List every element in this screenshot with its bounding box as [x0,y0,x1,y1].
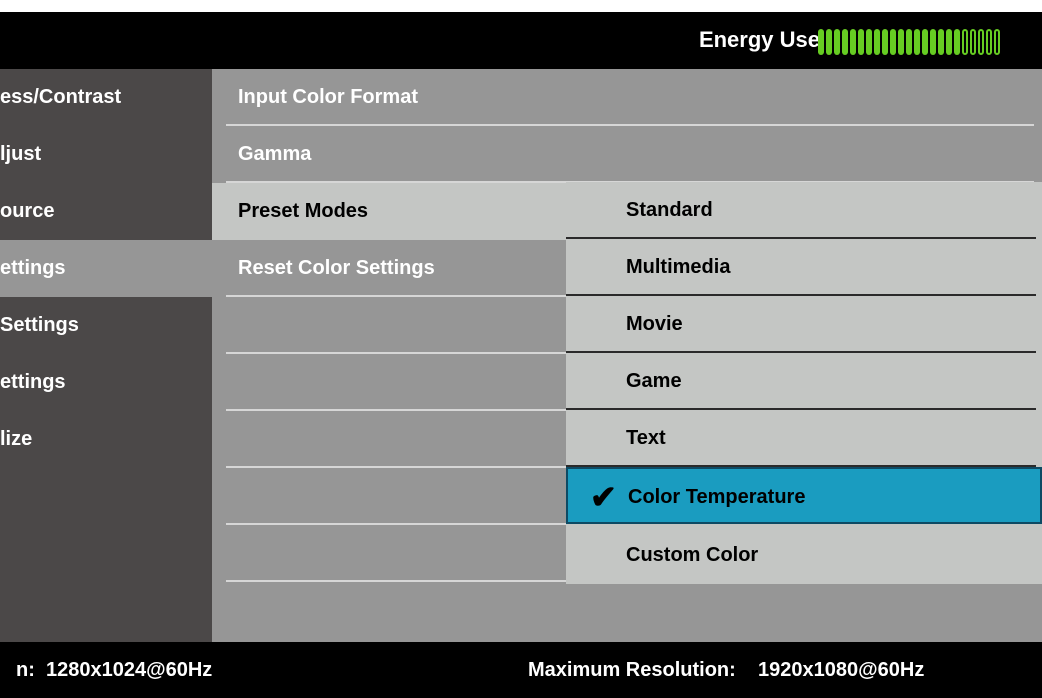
nav-brightness-contrast[interactable]: ess/Contrast [0,69,212,126]
checkmark-icon: ✔ [590,479,617,515]
menu-empty-row [226,468,568,525]
energy-meter-segment [826,29,832,55]
energy-meter-segment [874,29,880,55]
energy-meter-segment [818,29,824,55]
preset-custom-color[interactable]: Custom Color [566,527,1036,584]
preset-movie[interactable]: Movie [566,296,1036,353]
menu-empty-row [226,297,568,354]
menu-empty-row [226,354,568,411]
energy-meter-segment [842,29,848,55]
menu-empty-row [226,411,568,468]
nav-input-source[interactable]: ource [0,183,212,240]
energy-meter-segment [970,29,976,55]
preset-standard[interactable]: Standard [566,182,1036,239]
energy-meter-segment [978,29,984,55]
nav-display-settings[interactable]: Settings [0,297,212,354]
maximum-resolution: Maximum Resolution: 1920x1080@60Hz [528,659,925,681]
preset-game[interactable]: Game [566,353,1036,410]
top-bar: Energy Use [0,12,1042,69]
energy-meter-segment [850,29,856,55]
menu-empty-row [226,525,568,582]
energy-use-label: Energy Use [698,27,820,52]
menu-gamma[interactable]: Gamma [226,126,1034,183]
energy-meter-segment [858,29,864,55]
monitor-osd: Energy Use ess/Contrast ljust ource etti… [0,12,1042,698]
menu-reset-color-settings[interactable]: Reset Color Settings [226,240,568,297]
preset-multimedia[interactable]: Multimedia [566,239,1036,296]
main-menu: ess/Contrast ljust ource ettings Setting… [0,69,212,642]
energy-meter-segment [954,29,960,55]
energy-meter-segment [866,29,872,55]
energy-meter-segment [994,29,1000,55]
energy-meter-segment [906,29,912,55]
preset-text[interactable]: Text [566,410,1036,467]
energy-meter-segment [914,29,920,55]
status-bar: n: 1280x1024@60Hz Maximum Resolution: 19… [0,642,1042,698]
energy-meter-segment [930,29,936,55]
energy-meter-segment [986,29,992,55]
nav-auto-adjust[interactable]: ljust [0,126,212,183]
energy-meter-segment [898,29,904,55]
nav-color-settings[interactable]: ettings [0,240,212,297]
preset-color-temperature[interactable]: ✔ Color Temperature [566,467,1042,524]
energy-meter-segment [834,29,840,55]
energy-meter-segment [882,29,888,55]
energy-meter-segment [890,29,896,55]
energy-meter-segment [938,29,944,55]
nav-personalize[interactable]: lize [0,411,212,468]
energy-meter-segment [962,29,968,55]
energy-meter-segment [946,29,952,55]
energy-use-meter [818,29,1000,55]
menu-input-color-format[interactable]: Input Color Format [226,69,1034,126]
preset-modes-submenu: Standard Multimedia Movie Game Text ✔ Co… [566,182,1042,584]
energy-meter-segment [922,29,928,55]
current-resolution: n: 1280x1024@60Hz [16,659,213,681]
nav-other-settings[interactable]: ettings [0,354,212,411]
